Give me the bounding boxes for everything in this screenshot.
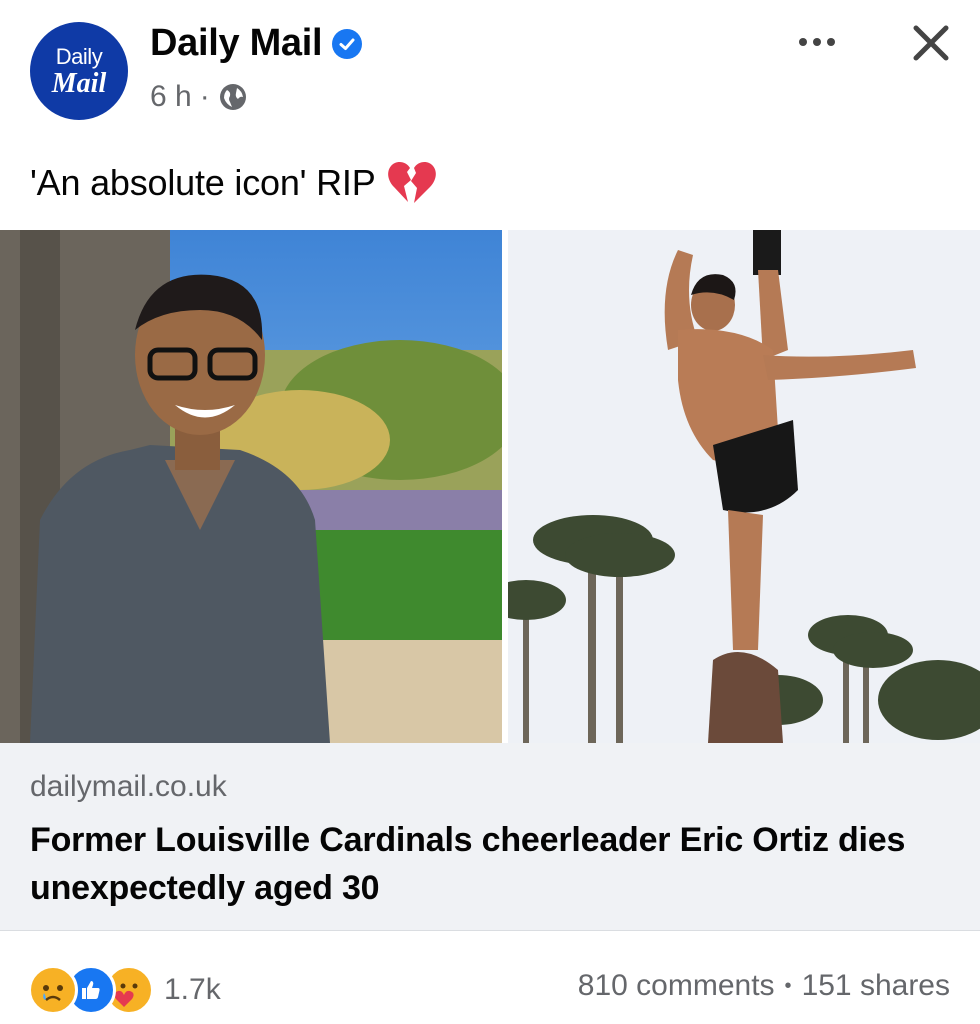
avatar-logo-line2: Mail <box>51 68 107 99</box>
post-caption: 'An absolute icon' RIP <box>30 160 438 206</box>
reaction-summary[interactable]: 1.7k <box>28 965 221 1015</box>
page-avatar[interactable]: Daily Mail <box>30 22 128 120</box>
photo-cheerleader-stunt[interactable] <box>508 230 980 743</box>
verified-badge-icon <box>332 28 363 59</box>
post-time[interactable]: 6 h <box>150 80 192 114</box>
globe-icon <box>219 84 246 110</box>
photo-man-by-tree[interactable] <box>0 230 502 743</box>
more-options-icon[interactable] <box>790 22 844 62</box>
comments-count[interactable]: 810 comments <box>578 969 775 1003</box>
caption-text: 'An absolute icon' RIP <box>30 162 376 203</box>
post-footer: 1.7k 810 comments • 151 shares <box>0 931 980 1024</box>
link-title[interactable]: Former Louisville Cardinals cheerleader … <box>30 816 950 912</box>
link-domain[interactable]: dailymail.co.uk <box>30 770 227 804</box>
sad-reaction-icon <box>28 965 78 1015</box>
shares-count[interactable]: 151 shares <box>802 969 950 1003</box>
post-images[interactable] <box>0 230 980 743</box>
engagement-stats: 810 comments • 151 shares <box>578 969 950 1003</box>
avatar-logo-line1: Daily <box>55 44 103 69</box>
post-meta: 6 h · <box>150 80 248 114</box>
page-name[interactable]: Daily Mail <box>150 22 363 65</box>
post-header: Daily Mail Daily Mail 6 h · <box>0 0 980 140</box>
broken-heart-icon <box>387 162 436 203</box>
reaction-count: 1.7k <box>164 973 221 1006</box>
meta-separator: · <box>199 80 210 113</box>
stats-separator: • <box>784 974 792 997</box>
page-name-text: Daily Mail <box>150 22 323 64</box>
close-icon[interactable] <box>906 18 956 68</box>
